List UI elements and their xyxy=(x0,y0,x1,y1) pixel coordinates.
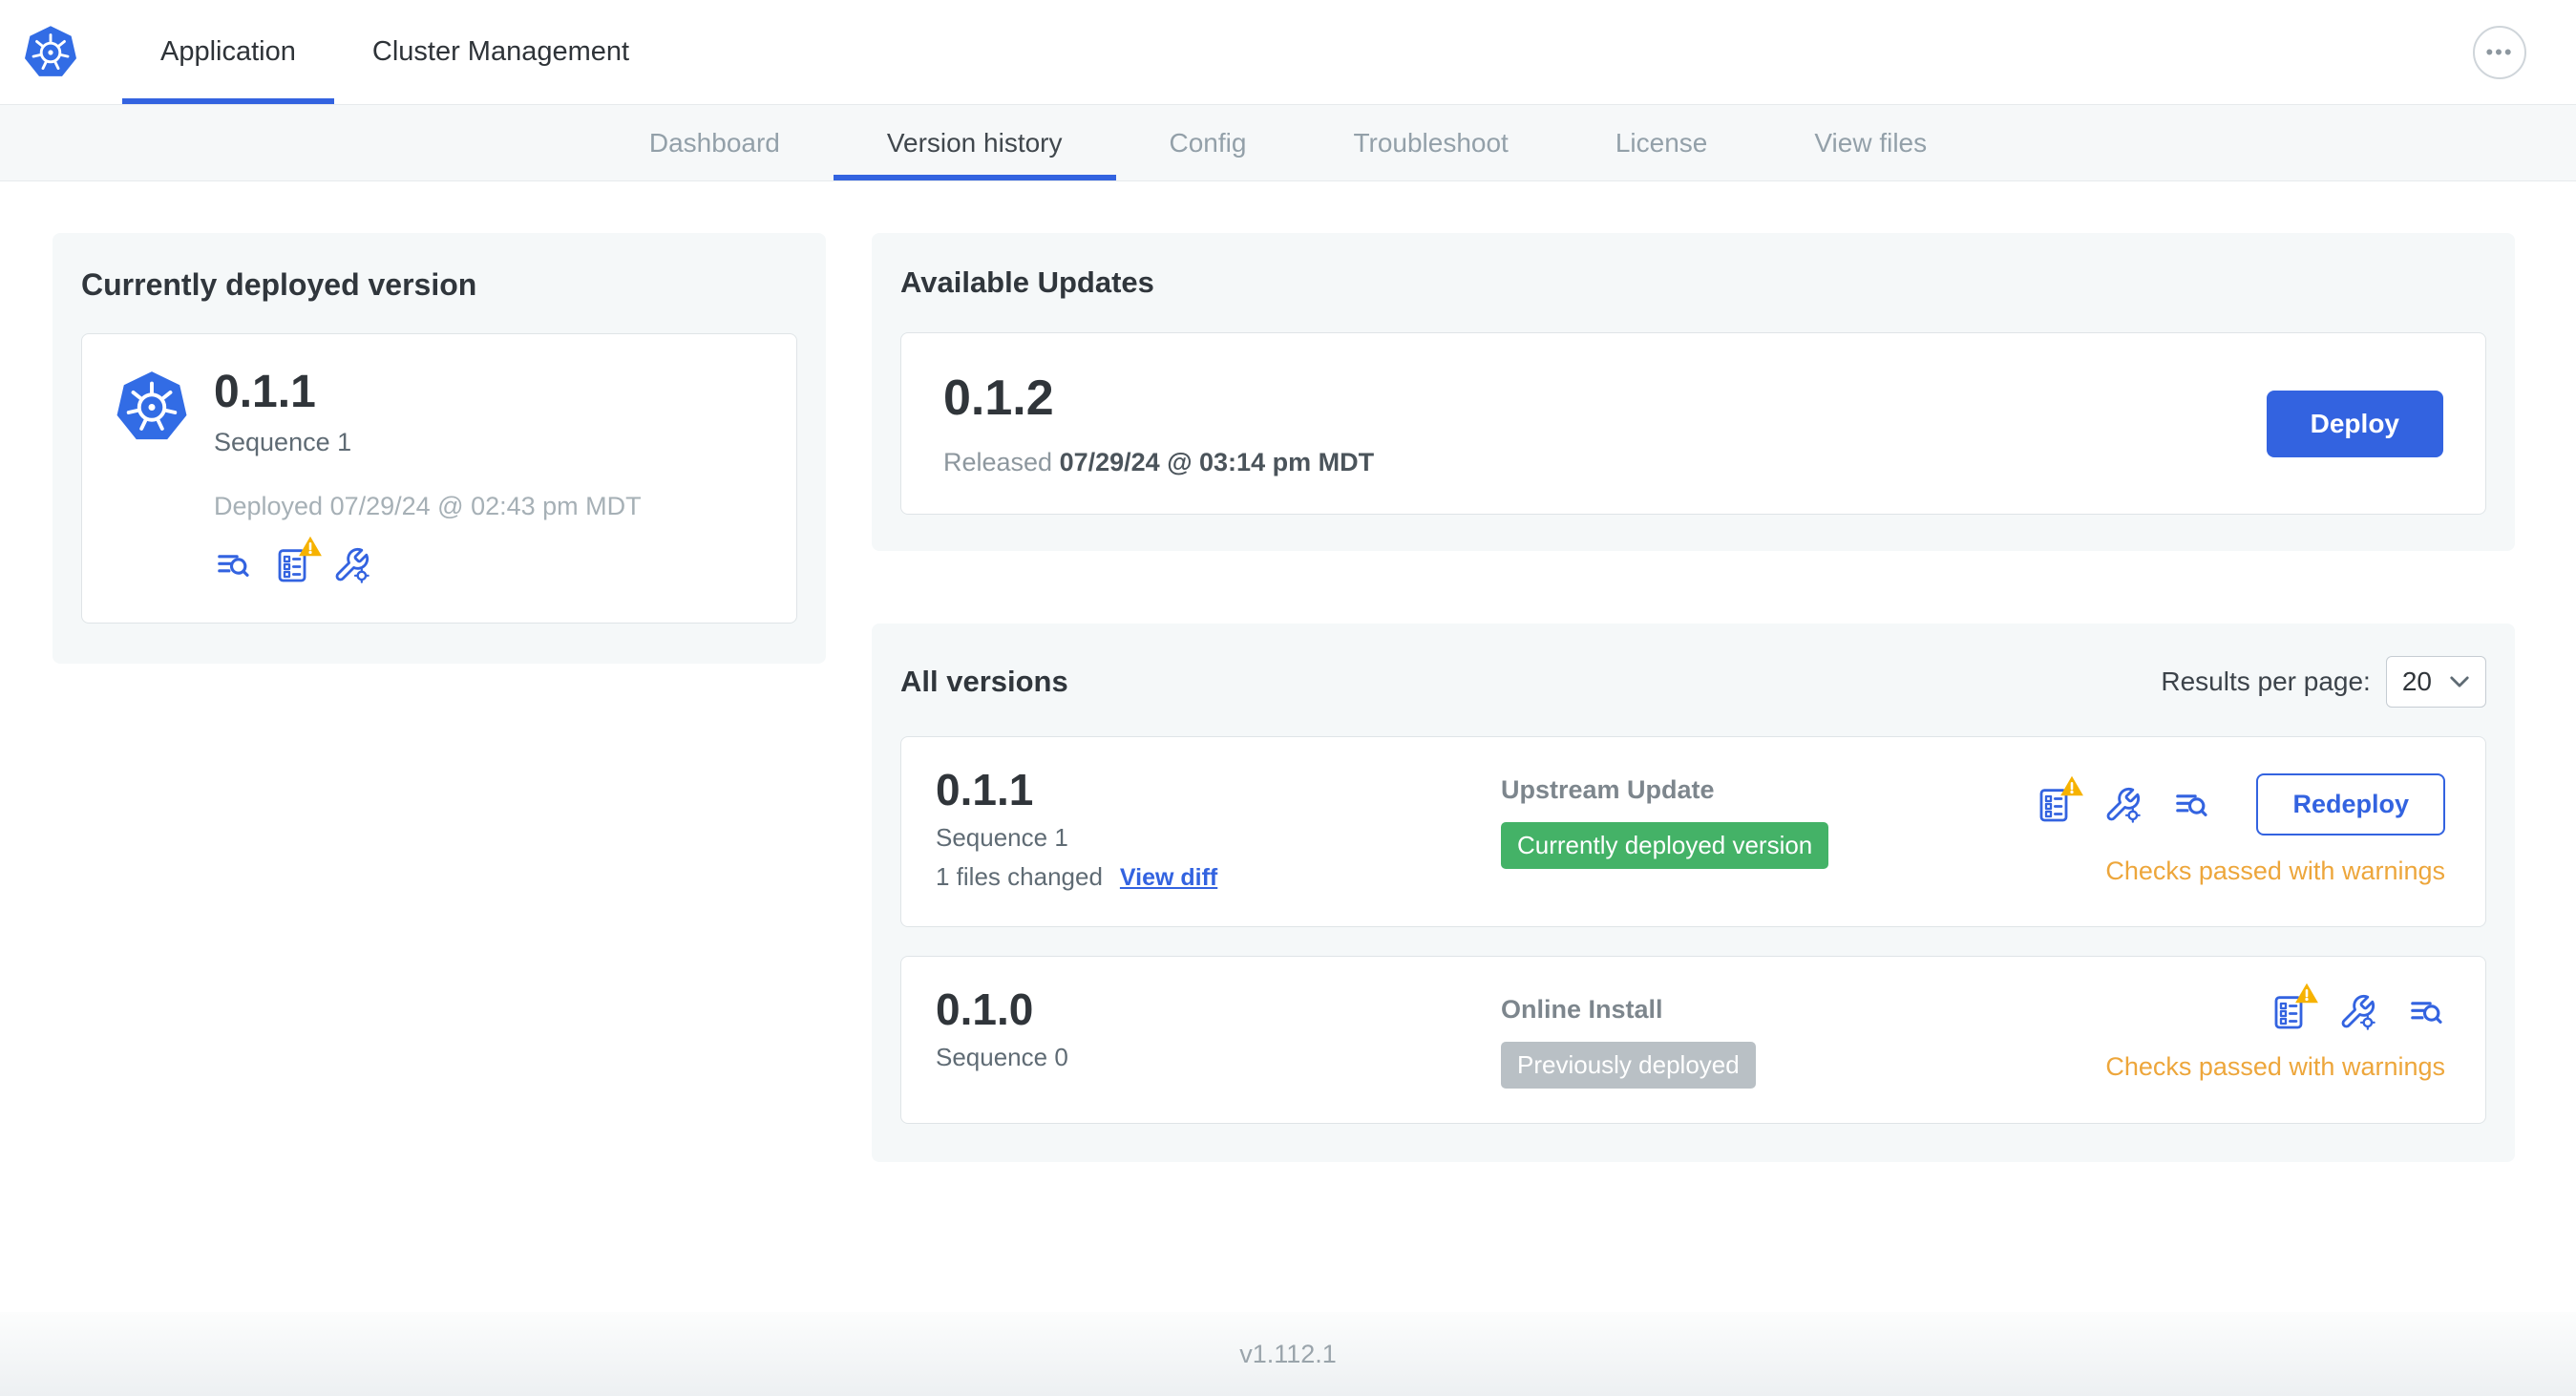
all-versions-header: All versions Results per page: 20 xyxy=(900,656,2486,708)
topnav-tab-cluster-management-label: Cluster Management xyxy=(371,36,630,67)
version-row-right: Redeploy Checks passed with warnings xyxy=(2035,768,2445,886)
version-row-0-1-0: 0.1.0 Sequence 0 Online Install Previous… xyxy=(900,956,2486,1124)
all-versions-title: All versions xyxy=(900,665,1068,698)
version-row-middle: Online Install Previously deployed xyxy=(1501,987,2105,1089)
tab-license[interactable]: License xyxy=(1562,105,1762,180)
currently-deployed-card: 0.1.1 Sequence 1 Deployed 07/29/24 @ 02:… xyxy=(81,333,797,624)
update-version-number: 0.1.2 xyxy=(943,370,1054,426)
app-kubernetes-icon xyxy=(115,369,189,446)
footer: v1.112.1 xyxy=(0,1312,2576,1396)
update-info: 0.1.2 Released 07/29/24 @ 03:14 pm MDT xyxy=(943,370,1374,477)
released-label: Released xyxy=(943,448,1053,476)
currently-deployed-panel: Currently deployed version 0.1.1 Sequenc… xyxy=(53,233,826,664)
files-changed-text: 1 files changed xyxy=(936,862,1103,891)
deployed-info: 0.1.1 Sequence 1 Deployed 07/29/24 @ 02:… xyxy=(214,367,642,584)
results-per-page-select[interactable]: 20 xyxy=(2385,656,2486,708)
tab-license-label: License xyxy=(1615,127,1708,158)
tab-troubleshoot[interactable]: Troubleshoot xyxy=(1299,105,1561,180)
row-actions xyxy=(2270,993,2445,1031)
config-wrench-icon[interactable] xyxy=(332,546,370,584)
preflight-checks-icon[interactable] xyxy=(2270,993,2308,1031)
ellipsis-icon: ••• xyxy=(2485,39,2514,64)
topnav-tab-cluster-management[interactable]: Cluster Management xyxy=(334,0,667,104)
version-row-left: 0.1.1 Sequence 1 1 files changed View di… xyxy=(936,768,1501,892)
currently-deployed-title: Currently deployed version xyxy=(81,267,477,302)
chevron-down-icon xyxy=(2449,675,2470,688)
console-version-text: v1.112.1 xyxy=(1239,1339,1337,1368)
application-sub-navigation: Dashboard Version history Config Trouble… xyxy=(0,105,2576,181)
kubernetes-logo-icon xyxy=(23,24,78,81)
available-updates-panel: Available Updates 0.1.2 Released 07/29/2… xyxy=(872,233,2515,551)
topnav-tab-application[interactable]: Application xyxy=(122,0,334,104)
deploy-button[interactable]: Deploy xyxy=(2266,390,2443,457)
redeploy-button[interactable]: Redeploy xyxy=(2256,773,2445,835)
checks-status-text: Checks passed with warnings xyxy=(2105,857,2445,885)
checks-status-text: Checks passed with warnings xyxy=(2105,1052,2445,1081)
previously-deployed-badge: Previously deployed xyxy=(1501,1042,1756,1089)
results-per-page-group: Results per page: 20 xyxy=(2161,656,2486,708)
row-version-number: 0.1.0 xyxy=(936,984,1034,1034)
top-navigation-bar: Application Cluster Management ••• xyxy=(0,0,2576,105)
update-released-line: Released 07/29/24 @ 03:14 pm MDT xyxy=(943,448,1374,477)
row-version-number: 0.1.1 xyxy=(936,765,1034,814)
all-versions-panel: All versions Results per page: 20 0.1.1 … xyxy=(872,624,2515,1162)
tab-version-history[interactable]: Version history xyxy=(834,105,1116,180)
deploy-logs-icon[interactable] xyxy=(214,546,252,584)
deployed-sequence: Sequence 1 xyxy=(214,428,352,457)
results-per-page-label: Results per page: xyxy=(2161,666,2371,696)
deploy-logs-icon[interactable] xyxy=(2172,786,2210,824)
row-files-changed: 1 files changed View diff xyxy=(936,862,1501,892)
deployed-version-number: 0.1.1 xyxy=(214,367,316,417)
row-actions: Redeploy xyxy=(2035,773,2445,835)
tab-view-files-label: View files xyxy=(1814,127,1928,158)
tab-troubleshoot-label: Troubleshoot xyxy=(1353,127,1509,158)
tab-config-label: Config xyxy=(1169,127,1247,158)
version-row-left: 0.1.0 Sequence 0 xyxy=(936,987,1501,1072)
view-diff-link[interactable]: View diff xyxy=(1120,864,1217,892)
row-source-label: Upstream Update xyxy=(1501,775,1715,804)
tab-config[interactable]: Config xyxy=(1116,105,1300,180)
deployed-actions-icon-row xyxy=(214,546,642,584)
more-options-button[interactable]: ••• xyxy=(2473,25,2526,79)
version-row-right: Checks passed with warnings xyxy=(2105,987,2445,1082)
tab-dashboard[interactable]: Dashboard xyxy=(596,105,834,180)
released-date: 07/29/24 @ 03:14 pm MDT xyxy=(1059,448,1375,476)
deploy-logs-icon[interactable] xyxy=(2407,993,2445,1031)
right-column: Available Updates 0.1.2 Released 07/29/2… xyxy=(872,233,2515,1162)
results-per-page-value: 20 xyxy=(2401,666,2432,696)
available-update-card: 0.1.2 Released 07/29/24 @ 03:14 pm MDT D… xyxy=(900,332,2486,515)
tab-view-files[interactable]: View files xyxy=(1761,105,1980,180)
version-row-0-1-1: 0.1.1 Sequence 1 1 files changed View di… xyxy=(900,736,2486,927)
preflight-checks-icon[interactable] xyxy=(2035,786,2073,824)
currently-deployed-badge: Currently deployed version xyxy=(1501,822,1829,869)
version-history-page: Currently deployed version 0.1.1 Sequenc… xyxy=(0,181,2576,1162)
available-updates-title: Available Updates xyxy=(900,265,1154,299)
row-sequence: Sequence 1 xyxy=(936,823,1068,852)
tab-version-history-label: Version history xyxy=(886,127,1063,158)
row-sequence: Sequence 0 xyxy=(936,1043,1068,1071)
preflight-checks-icon[interactable] xyxy=(273,546,311,584)
row-source-label: Online Install xyxy=(1501,995,1663,1024)
topnav-tab-application-label: Application xyxy=(160,36,296,67)
config-wrench-icon[interactable] xyxy=(2103,786,2142,824)
tab-dashboard-label: Dashboard xyxy=(648,127,780,158)
deployed-timestamp: Deployed 07/29/24 @ 02:43 pm MDT xyxy=(214,492,642,521)
config-wrench-icon[interactable] xyxy=(2338,993,2376,1031)
version-row-middle: Upstream Update Currently deployed versi… xyxy=(1501,768,2035,869)
